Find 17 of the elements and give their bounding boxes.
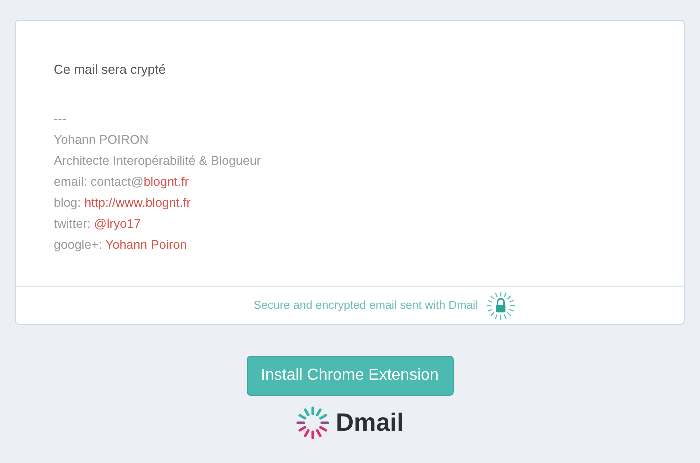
signature-line: google+: Yohann Poiron bbox=[54, 237, 188, 254]
link[interactable]: blognt.fr bbox=[144, 175, 189, 189]
signature-line: Yohann POIRON bbox=[54, 132, 150, 149]
brand-name: Dmail bbox=[336, 408, 404, 438]
logo-icon bbox=[296, 406, 330, 440]
link[interactable]: @lryo17 bbox=[94, 217, 142, 231]
signature-line: email: contact@blognt.fr bbox=[54, 174, 190, 191]
link[interactable]: Yohann Poiron bbox=[106, 238, 188, 252]
link[interactable]: http://www.blognt.fr bbox=[84, 196, 191, 210]
signature-line: twitter: @lryo17 bbox=[54, 216, 142, 233]
lock-icon bbox=[486, 290, 516, 320]
install-button[interactable]: Install Chrome Extension bbox=[246, 356, 454, 396]
signature-line: blog: http://www.blognt.fr bbox=[54, 195, 192, 212]
signature-line: --- bbox=[54, 111, 68, 128]
message-text: Ce mail sera crypté bbox=[54, 61, 167, 79]
signature-line: Architecte Interopérabilité & Blogueur bbox=[54, 153, 262, 170]
footer-text: Secure and encrypted email sent with Dmail bbox=[254, 300, 478, 312]
